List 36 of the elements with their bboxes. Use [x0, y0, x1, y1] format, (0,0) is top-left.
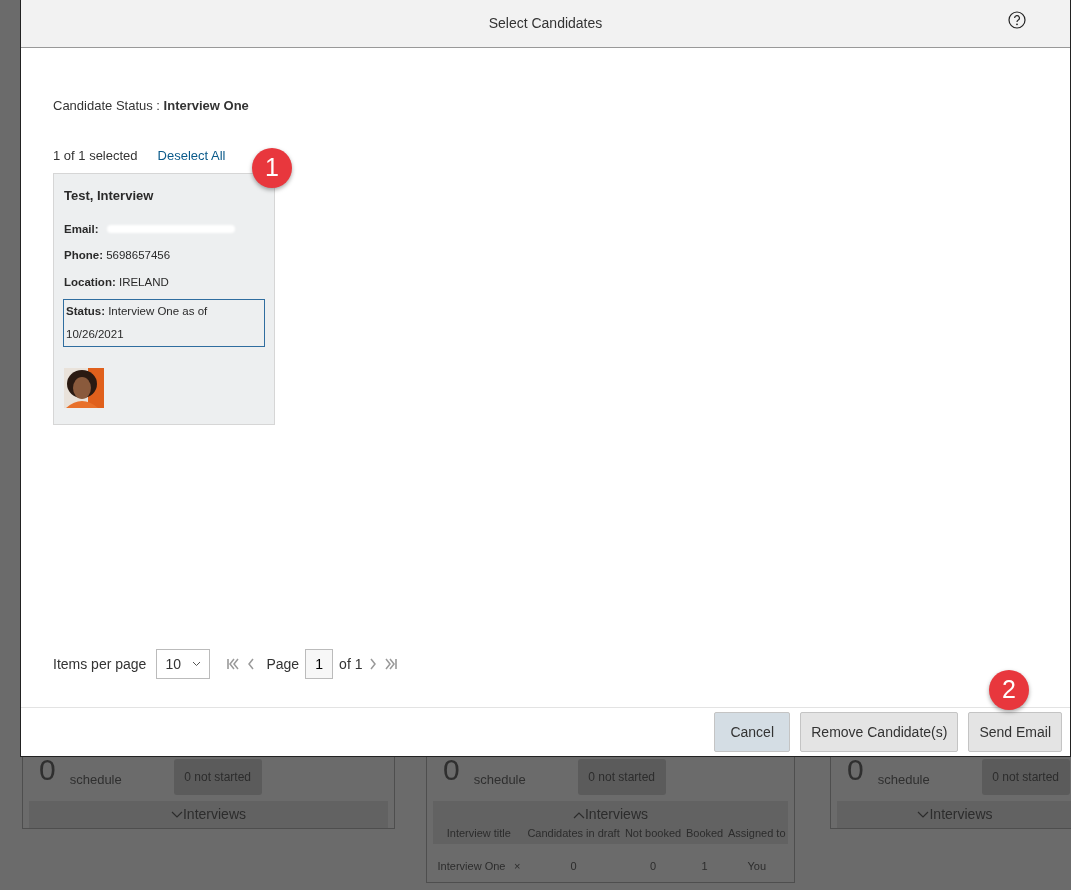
- previous-page-icon[interactable]: [246, 657, 257, 671]
- count-label: schedule: [69, 773, 123, 788]
- help-icon[interactable]: [1008, 11, 1026, 29]
- chevron-up-icon: [573, 811, 585, 820]
- next-page-icon[interactable]: [368, 657, 379, 671]
- page-input[interactable]: 1: [305, 649, 334, 679]
- footer-button[interactable]: Send Email: [968, 712, 1062, 752]
- page-label: Page: [266, 654, 300, 674]
- candidate-detail: Phone: 5698657456: [64, 248, 172, 264]
- count-number: 0: [39, 755, 56, 785]
- footer-button[interactable]: Cancel: [714, 712, 791, 752]
- table-cell: Interview One: [433, 843, 510, 877]
- count-label: schedule: [473, 773, 527, 788]
- selection-count: 1 of 1 selected: [53, 146, 138, 165]
- count-label: schedule: [877, 773, 931, 788]
- dialog-title: Select Candidates: [488, 14, 603, 33]
- candidate-name: Test, Interview: [64, 187, 155, 205]
- status-line: Candidate Status : Interview One: [53, 97, 250, 115]
- chevron-down-icon: [917, 811, 930, 820]
- items-per-page-label: Items per page: [53, 654, 147, 674]
- table-cell: 0: [524, 843, 623, 877]
- page-count: of 1: [339, 654, 363, 674]
- table-cell: You: [725, 843, 788, 877]
- table-cell: 1: [683, 843, 726, 877]
- count-number: 0: [443, 755, 460, 785]
- chevron-down-icon: [192, 661, 202, 667]
- count-number: 0: [847, 755, 864, 785]
- footer-button[interactable]: Remove Candidate(s): [800, 712, 959, 752]
- chevron-down-icon: [171, 811, 183, 820]
- candidate-detail: Status: Interview One as of 10/26/2021: [63, 299, 265, 348]
- field-label: Email:: [64, 222, 99, 235]
- items-per-page-select[interactable]: 10: [156, 649, 211, 679]
- deselect-all-link[interactable]: Deselect All: [157, 145, 226, 165]
- candidate-detail: Location: IRELAND: [64, 274, 170, 290]
- first-page-icon[interactable]: [226, 657, 241, 671]
- last-page-icon[interactable]: [384, 657, 399, 671]
